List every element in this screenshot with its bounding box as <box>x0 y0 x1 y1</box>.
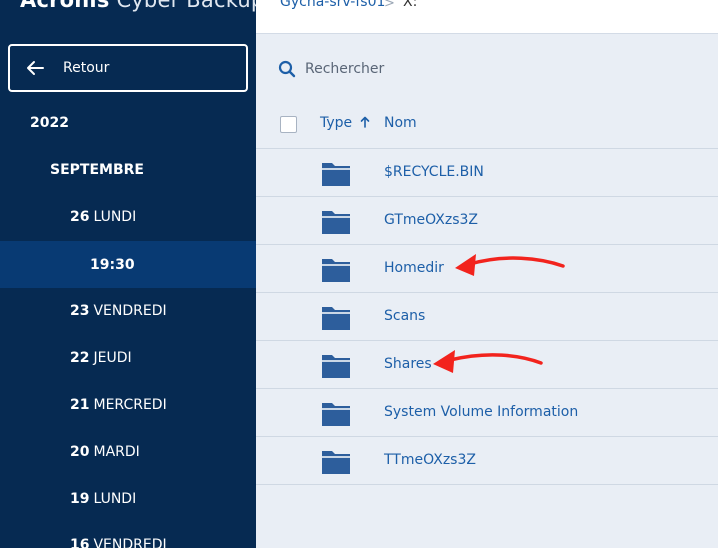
sidebar-item-day[interactable]: 20 MARDI <box>0 428 256 475</box>
brand-primary: Acronis <box>20 0 110 12</box>
day-number: 21 <box>70 396 90 413</box>
month-label: SEPTEMBRE <box>50 161 144 178</box>
folder-icon <box>322 355 350 378</box>
day-number: 16 <box>70 536 90 548</box>
day-number: 22 <box>70 349 90 366</box>
table-row[interactable]: Homedir <box>256 245 718 293</box>
day-weekday: MARDI <box>93 443 140 460</box>
day-weekday: LUNDI <box>93 490 137 507</box>
folder-icon <box>322 163 350 186</box>
back-button-label: Retour <box>63 60 110 76</box>
file-name[interactable]: Shares <box>384 356 432 372</box>
day-weekday: JEUDI <box>93 349 132 366</box>
search-icon <box>278 60 296 78</box>
breadcrumb-separator: > <box>384 0 395 11</box>
sidebar-item-time-selected[interactable]: 19:30 <box>0 241 256 288</box>
folder-icon <box>322 307 350 330</box>
sidebar-item-day[interactable]: 19 LUNDI <box>0 475 256 522</box>
folder-icon <box>322 259 350 282</box>
sidebar: Acronis Cyber Backup Retour 2022 SEPTEMB… <box>0 0 256 548</box>
table-row[interactable]: System Volume Information <box>256 389 718 437</box>
day-weekday: LUNDI <box>93 208 137 225</box>
select-all-checkbox[interactable] <box>280 116 297 133</box>
file-name[interactable]: Scans <box>384 308 425 324</box>
day-number: 26 <box>70 208 90 225</box>
table-row[interactable]: $RECYCLE.BIN <box>256 149 718 197</box>
folder-icon <box>322 451 350 474</box>
arrow-left-icon <box>27 61 44 75</box>
day-weekday: MERCREDI <box>93 396 167 413</box>
folder-icon <box>322 211 350 234</box>
table-row[interactable]: Scans <box>256 293 718 341</box>
day-number: 19 <box>70 490 90 507</box>
sidebar-item-year[interactable]: 2022 <box>0 99 256 146</box>
back-button[interactable]: Retour <box>8 44 248 92</box>
breadcrumb: Gycha-srv-fs01 > X: <box>256 0 718 34</box>
table-row[interactable]: TTmeOXzs3Z <box>256 437 718 485</box>
sidebar-item-month[interactable]: SEPTEMBRE <box>0 146 256 193</box>
file-name[interactable]: Homedir <box>384 260 444 276</box>
day-number: 23 <box>70 302 90 319</box>
sidebar-item-day[interactable]: 16 VENDREDI <box>0 521 256 548</box>
column-header-type[interactable]: Type <box>320 115 370 131</box>
sidebar-item-day[interactable]: 23 VENDREDI <box>0 287 256 334</box>
search-placeholder: Rechercher <box>305 61 385 77</box>
day-number: 20 <box>70 443 90 460</box>
app-logo: Acronis Cyber Backup <box>20 0 256 12</box>
arrow-up-icon <box>360 116 369 128</box>
time-label: 19:30 <box>90 256 135 273</box>
day-weekday: VENDREDI <box>93 302 167 319</box>
day-weekday: VENDREDI <box>93 536 167 548</box>
sidebar-item-day[interactable]: 22 JEUDI <box>0 334 256 381</box>
file-name[interactable]: GTmeOXzs3Z <box>384 212 478 228</box>
search-input[interactable]: Rechercher <box>278 56 384 82</box>
sidebar-item-day[interactable]: 21 MERCREDI <box>0 381 256 428</box>
table-header: Type Nom <box>256 100 718 149</box>
file-name[interactable]: $RECYCLE.BIN <box>384 164 484 180</box>
breadcrumb-current: X: <box>403 0 418 10</box>
table-row[interactable]: GTmeOXzs3Z <box>256 197 718 245</box>
folder-icon <box>322 403 350 426</box>
year-label: 2022 <box>30 114 69 131</box>
file-name[interactable]: TTmeOXzs3Z <box>384 452 476 468</box>
column-header-name[interactable]: Nom <box>384 115 417 131</box>
column-type-label: Type <box>320 115 353 131</box>
table-row[interactable]: Shares <box>256 341 718 389</box>
breadcrumb-machine[interactable]: Gycha-srv-fs01 <box>280 0 385 10</box>
brand-secondary: Cyber Backup <box>116 0 256 12</box>
file-name[interactable]: System Volume Information <box>384 404 578 420</box>
sidebar-item-day[interactable]: 26 LUNDI <box>0 193 256 240</box>
